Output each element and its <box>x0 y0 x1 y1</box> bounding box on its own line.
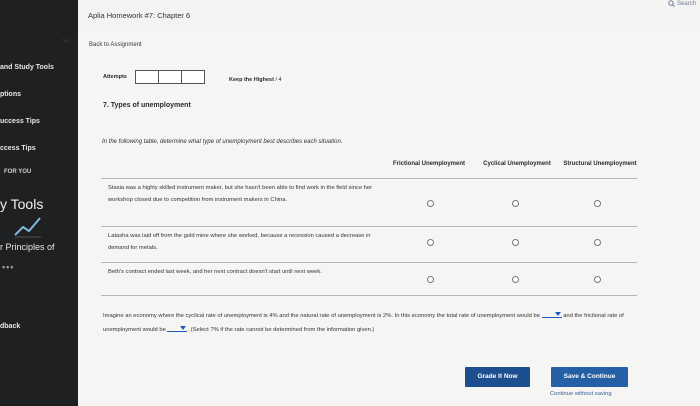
sidebar-more-icon[interactable]: ••• <box>2 262 14 272</box>
sidebar-item-tools[interactable]: y Tools <box>0 196 43 212</box>
total-rate-dropdown[interactable] <box>541 311 562 318</box>
table-row: Stasia was a highly skilled instrument m… <box>101 178 637 224</box>
sidebar: and Study Tools ptions uccess Tips ccess… <box>0 0 78 406</box>
table-row: Beth's contract ended last week, and her… <box>101 262 637 296</box>
sidebar-item-feedback[interactable]: dback <box>0 323 20 330</box>
attempts-label: Attempts <box>103 74 127 80</box>
sidebar-tools-prefix: y <box>0 196 11 212</box>
attempts-indicator <box>135 70 205 84</box>
grade-it-now-button[interactable]: Grade It Now <box>465 367 530 387</box>
radio-row2-structural[interactable] <box>594 239 601 246</box>
search-icon <box>668 0 675 7</box>
row-situation-text: Beth's contract ended last week, and her… <box>108 269 322 275</box>
frictional-rate-dropdown[interactable] <box>167 325 188 332</box>
row-situation-text: Stasia was a highly skilled instrument m… <box>108 185 373 203</box>
sidebar-item-success-tips[interactable]: uccess Tips <box>0 118 40 125</box>
search-box[interactable]: Search <box>668 0 696 7</box>
radio-row1-cyclical[interactable] <box>512 200 519 207</box>
sidebar-item-study-tools[interactable]: and Study Tools <box>0 64 54 71</box>
keep-highest-text: Keep the Highest <box>229 77 274 83</box>
sidebar-item-principles[interactable]: r Principles of <box>0 242 55 252</box>
sidebar-item-options[interactable]: ptions <box>0 91 21 98</box>
column-header-structural: Structural Unemployment <box>563 161 637 167</box>
chevron-down-icon[interactable] <box>62 37 70 46</box>
radio-row3-cyclical[interactable] <box>512 276 519 283</box>
keep-highest-value: / 4 <box>273 77 282 83</box>
question-title: 7. Types of unemployment <box>103 102 191 109</box>
radio-row3-frictional[interactable] <box>427 276 434 283</box>
column-header-frictional: Frictional Unemployment <box>393 161 466 167</box>
sidebar-item-access-tips[interactable]: ccess Tips <box>0 145 36 152</box>
sidebar-section-for-you: FOR YOU <box>4 169 32 175</box>
page-title: Aplia Homework #7: Chapter 6 <box>88 11 191 20</box>
paragraph-part3: . (Select ?% if the rate cannot be deter… <box>187 327 375 333</box>
radio-row2-frictional[interactable] <box>427 239 434 246</box>
chart-icon <box>14 217 41 238</box>
attempt-box <box>135 70 159 84</box>
paragraph-part1: Imagine an economy where the cyclical ra… <box>103 313 540 319</box>
header: Aplia Homework #7: Chapter 6 Search <box>78 0 700 30</box>
continue-without-saving-link[interactable]: Continue without saving <box>550 391 612 397</box>
table-header: Frictional Unemployment Cyclical Unemplo… <box>101 156 637 178</box>
back-to-assignment-link[interactable]: Back to Assignment <box>89 42 142 48</box>
radio-row1-structural[interactable] <box>594 200 601 207</box>
search-label: Search <box>676 0 696 7</box>
column-header-cyclical: Cyclical Unemployment <box>483 161 551 167</box>
attempt-box <box>158 70 182 84</box>
save-continue-button[interactable]: Save & Continue <box>551 367 628 387</box>
table-row: Latasha was laid off from the gold mine … <box>101 226 637 262</box>
question-instruction: In the following table, determine what t… <box>102 139 343 145</box>
row-situation-text: Latasha was laid off from the gold mine … <box>108 233 371 251</box>
radio-row2-cyclical[interactable] <box>512 239 519 246</box>
keep-highest-label: Keep the Highest / 4 <box>229 77 282 83</box>
attempt-box <box>181 70 205 84</box>
question-paragraph: Imagine an economy where the cyclical ra… <box>103 309 633 337</box>
sidebar-item-tools-label: Tools <box>10 196 44 212</box>
radio-row1-frictional[interactable] <box>427 200 434 207</box>
radio-row3-structural[interactable] <box>594 276 601 283</box>
